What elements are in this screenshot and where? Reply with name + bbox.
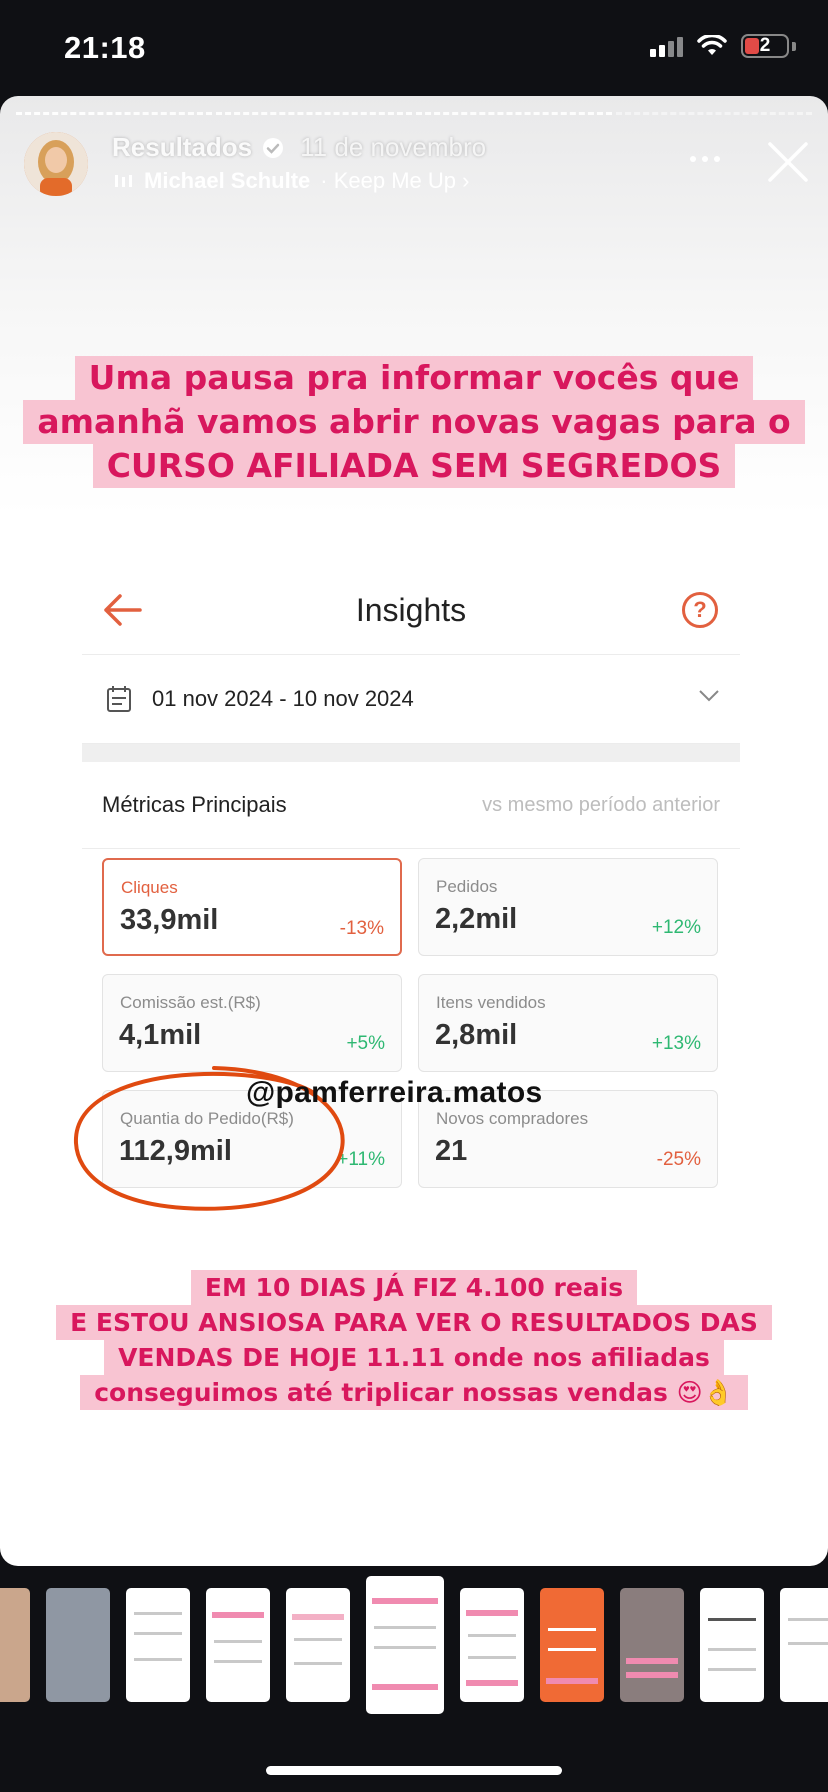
- metric-label: Comissão est.(R$): [120, 993, 261, 1012]
- story-thumbnail[interactable]: [126, 1588, 190, 1702]
- story-progress: [16, 112, 812, 115]
- metric-delta: +5%: [346, 1033, 385, 1054]
- caption-bottom-line: VENDAS DE HOJE 11.11 onde nos afiliadas: [104, 1340, 724, 1375]
- home-indicator[interactable]: [266, 1766, 562, 1775]
- metric-delta: -25%: [656, 1149, 701, 1170]
- metric-label: Cliques: [121, 878, 178, 897]
- battery-icon: 2: [741, 34, 789, 58]
- metric-card-cliques: Cliques 33,9mil -13%: [102, 858, 402, 956]
- calendar-icon: [107, 686, 131, 712]
- story-view[interactable]: Resultados 11 de novembro Michael Schult…: [0, 96, 828, 1566]
- back-arrow-icon: [104, 594, 142, 626]
- verified-icon: [263, 137, 284, 158]
- metric-delta: +12%: [651, 917, 701, 938]
- metric-value: 4,1mil: [119, 1019, 202, 1051]
- avatar[interactable]: [24, 132, 88, 196]
- story-thumbnail[interactable]: [0, 1588, 30, 1702]
- caption-bottom: EM 10 DIAS JÁ FIZ 4.100 reais E ESTOU AN…: [0, 1270, 828, 1410]
- music-info[interactable]: Michael Schulte · Keep Me Up ›: [114, 168, 469, 194]
- metric-delta: +13%: [651, 1033, 701, 1054]
- status-icons: 2: [650, 34, 796, 58]
- story-thumbnails: [0, 1576, 828, 1716]
- caption-top-line: amanhã vamos abrir novas vagas para o: [23, 400, 805, 444]
- chevron-down-icon: [699, 690, 719, 702]
- metric-label: Pedidos: [436, 877, 498, 896]
- battery-level: 2: [759, 35, 771, 56]
- story-header: Resultados 11 de novembro: [112, 132, 486, 163]
- metric-label: Novos compradores: [436, 1109, 589, 1128]
- date-range: 01 nov 2024 - 10 nov 2024: [152, 686, 414, 711]
- caption-top-line: Uma pausa pra informar vocês que: [74, 356, 754, 400]
- signal-icon: [650, 35, 683, 57]
- story-thumbnail[interactable]: [620, 1588, 684, 1702]
- metrics-header: Métricas Principais vs mesmo período ant…: [82, 762, 740, 849]
- help-icon: ?: [682, 592, 718, 628]
- metric-value: 21: [435, 1135, 468, 1167]
- caption-bottom-line: E ESTOU ANSIOSA PARA VER O RESULTADOS DA…: [56, 1305, 772, 1340]
- metric-card-itens: Itens vendidos 2,8mil +13%: [418, 974, 718, 1072]
- wifi-icon: [697, 35, 727, 55]
- date-range-selector: 01 nov 2024 - 10 nov 2024: [82, 655, 740, 744]
- story-date: 11 de novembro: [300, 132, 487, 162]
- status-time: 21:18: [64, 30, 146, 65]
- story-thumbnail-current[interactable]: [366, 1576, 444, 1714]
- caption-top-line: CURSO AFILIADA SEM SEGREDOS: [92, 444, 736, 488]
- story-username[interactable]: Resultados: [112, 132, 252, 163]
- story-thumbnail[interactable]: [46, 1588, 110, 1702]
- metric-value: 33,9mil: [120, 904, 219, 936]
- story-thumbnail[interactable]: [540, 1588, 604, 1702]
- metrics-comparison: vs mesmo período anterior: [482, 793, 720, 816]
- close-icon[interactable]: [766, 140, 810, 184]
- watermark: @pamferreira.matos: [246, 1076, 543, 1109]
- more-icon[interactable]: [690, 156, 720, 162]
- story-thumbnail[interactable]: [700, 1588, 764, 1702]
- story-thumbnail[interactable]: [460, 1588, 524, 1702]
- metric-value: 2,8mil: [435, 1019, 518, 1051]
- caption-top: Uma pausa pra informar vocês que amanhã …: [0, 356, 828, 488]
- metric-label: Itens vendidos: [436, 993, 546, 1012]
- metrics-title: Métricas Principais: [102, 792, 287, 817]
- caption-bottom-line: EM 10 DIAS JÁ FIZ 4.100 reais: [190, 1270, 638, 1305]
- insights-header: Insights ?: [82, 566, 740, 655]
- metric-delta: -13%: [339, 918, 384, 939]
- music-song: · Keep Me Up ›: [320, 168, 470, 193]
- music-artist: Michael Schulte: [144, 168, 311, 193]
- story-thumbnail[interactable]: [286, 1588, 350, 1702]
- insights-title: Insights: [355, 591, 467, 628]
- metric-value: 2,2mil: [435, 903, 518, 935]
- metric-card-pedidos: Pedidos 2,2mil +12%: [418, 858, 718, 956]
- story-thumbnail[interactable]: [206, 1588, 270, 1702]
- music-bars-icon: [115, 175, 132, 187]
- story-thumbnail[interactable]: [780, 1588, 828, 1702]
- caption-bottom-line: conseguimos até triplicar nossas vendas …: [80, 1375, 748, 1410]
